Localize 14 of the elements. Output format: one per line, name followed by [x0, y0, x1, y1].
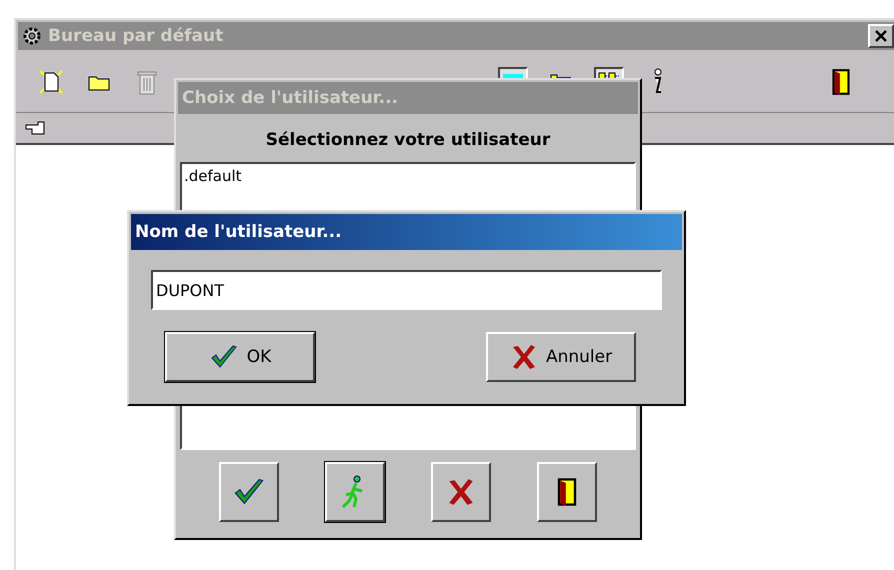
user-name-field[interactable]: DUPONT: [151, 270, 662, 310]
gear-icon: [22, 26, 42, 46]
close-icon: [874, 29, 888, 43]
dialog-heading: Sélectionnez votre utilisateur: [264, 129, 552, 152]
ok-button[interactable]: OK: [165, 332, 315, 382]
walking-person-button[interactable]: [325, 462, 385, 522]
cancel-button[interactable]: [431, 462, 491, 522]
confirm-button[interactable]: [219, 462, 279, 522]
window-title: Bureau par défaut: [48, 26, 224, 46]
exit-button[interactable]: [537, 462, 597, 522]
dialog-title: Choix de l'utilisateur...: [182, 88, 398, 108]
close-button[interactable]: [868, 24, 894, 48]
dialog-title: Nom de l'utilisateur...: [135, 222, 342, 242]
cancel-button[interactable]: Annuler: [486, 332, 636, 382]
